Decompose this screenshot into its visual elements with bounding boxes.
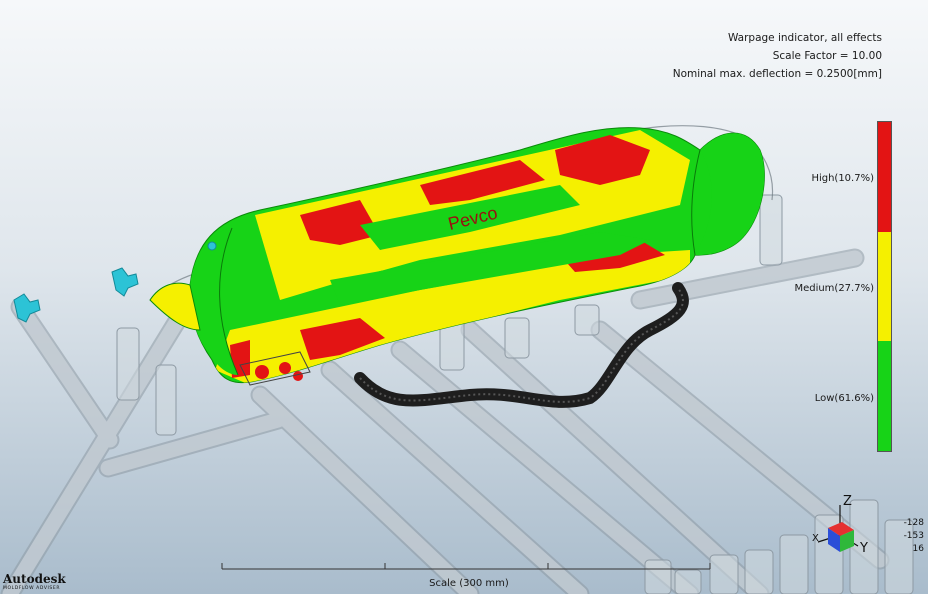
triad-z-label: Z <box>843 494 852 509</box>
legend-high-label: High(10.7%) <box>811 173 874 184</box>
triad-y-label: Y <box>860 541 868 556</box>
coord-x: -128 <box>903 518 924 528</box>
legend-medium-label: Medium(27.7%) <box>794 283 874 294</box>
scale-bar <box>221 563 711 570</box>
triad-x-label: X <box>812 533 819 544</box>
legend-low-swatch <box>878 341 891 451</box>
coord-z: 16 <box>912 544 924 554</box>
result-title: Warpage indicator, all effects <box>727 32 882 44</box>
product-name: MOLDFLOW ADVISER <box>3 586 61 591</box>
scale-factor-text: Scale Factor = 10.00 <box>772 50 882 62</box>
legend-color-bar <box>877 121 892 452</box>
legend-medium-swatch <box>878 231 891 342</box>
model-viewport[interactable]: Pevco <box>0 0 928 594</box>
coord-y: -153 <box>903 531 924 541</box>
legend-low-label: Low(61.6%) <box>814 393 874 404</box>
autodesk-logo: Autodesk <box>3 572 66 586</box>
scale-caption: Scale (300 mm) <box>429 578 509 589</box>
legend-high-swatch <box>878 122 891 232</box>
nominal-deflection-text: Nominal max. deflection = 0.2500[mm] <box>672 68 882 80</box>
